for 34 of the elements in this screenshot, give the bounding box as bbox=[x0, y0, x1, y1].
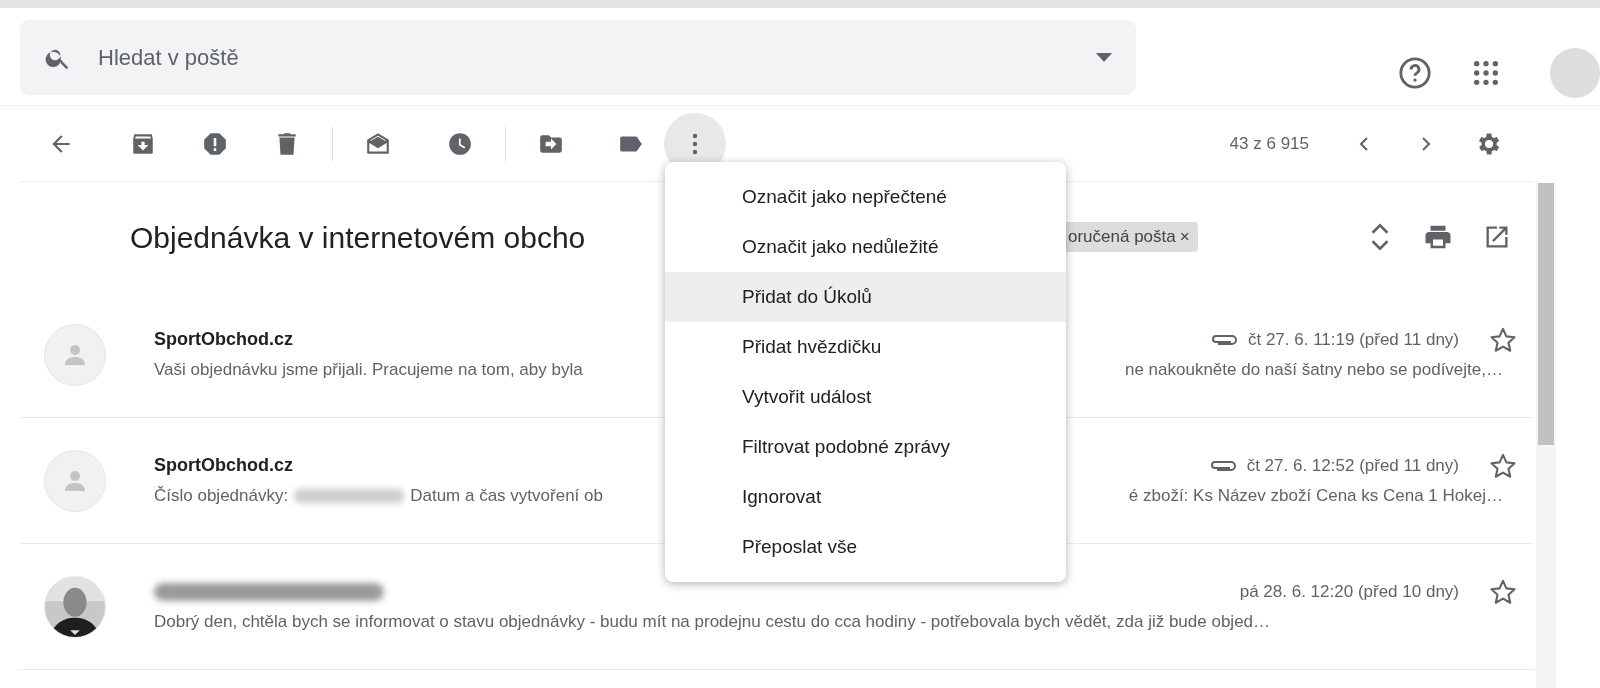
help-icon[interactable] bbox=[1398, 56, 1432, 90]
envelope-icon bbox=[365, 130, 391, 157]
message-counter: 43 z 6 915 bbox=[1229, 132, 1309, 155]
scrollbar[interactable] bbox=[1536, 183, 1556, 688]
star-icon[interactable] bbox=[1489, 325, 1517, 354]
email-subject: Objednávka v internetovém obcho bbox=[130, 220, 586, 254]
message-date: čt 27. 6. 11:19 (před 11 dny) bbox=[1247, 328, 1459, 351]
menu-item[interactable]: Ignorovat bbox=[665, 472, 1066, 522]
clock-icon bbox=[447, 130, 473, 157]
apps-icon[interactable] bbox=[1472, 59, 1500, 87]
message-snippet: Dobrý den, chtěla bych se informovat o stavu objednávky - budu mít na prodejnu cestu do cca hodiny - potřebovala bych vědět, zda již bude objed… bbox=[154, 610, 1271, 633]
message-date: pá 28. 6. 12:20 (před 10 dny) bbox=[1239, 580, 1459, 603]
message-snippet: Číslo objednávky: bbox=[154, 484, 289, 507]
menu-item[interactable]: Filtrovat podobné zprávy bbox=[665, 422, 1066, 472]
more-icon bbox=[692, 132, 698, 155]
star-icon[interactable] bbox=[1489, 451, 1517, 480]
menu-item[interactable]: Vytvořit událost bbox=[665, 372, 1066, 422]
menu-item[interactable]: Označit jako nepřečtené bbox=[665, 172, 1066, 222]
search-input[interactable]: Hledat v poště bbox=[96, 40, 1096, 75]
menu-item[interactable]: Přeposlat vše bbox=[665, 522, 1066, 572]
dropdown-icon[interactable] bbox=[1096, 52, 1112, 63]
star-icon[interactable] bbox=[1489, 577, 1517, 606]
sender-name: SportObchod.cz bbox=[154, 454, 293, 477]
message-snippet: Datum a čas vytvoření ob bbox=[410, 484, 603, 507]
message-snippet: é zboží: Ks Název zboží Cena ks Cena 1 Hokej… bbox=[1128, 484, 1503, 507]
remove-label-button[interactable]: × bbox=[1179, 227, 1190, 247]
search-field[interactable]: Hledat v poště bbox=[20, 20, 1136, 95]
message-snippet: ne nakoukněte do naší šatny nebo se podívejte,… bbox=[1124, 358, 1503, 381]
menu-item[interactable]: Přidat do Úkolů bbox=[665, 272, 1066, 322]
report-spam-icon bbox=[202, 130, 228, 157]
menu-item[interactable]: Přidat hvězdičku bbox=[665, 322, 1066, 372]
sender-name: SportObchod.cz bbox=[154, 328, 293, 351]
message-date: čt 27. 6. 12:52 (před 11 dny) bbox=[1246, 454, 1459, 477]
message-snippet: Vaši objednávku jsme přijali. Pracujeme na tom, aby byla bbox=[154, 358, 583, 381]
